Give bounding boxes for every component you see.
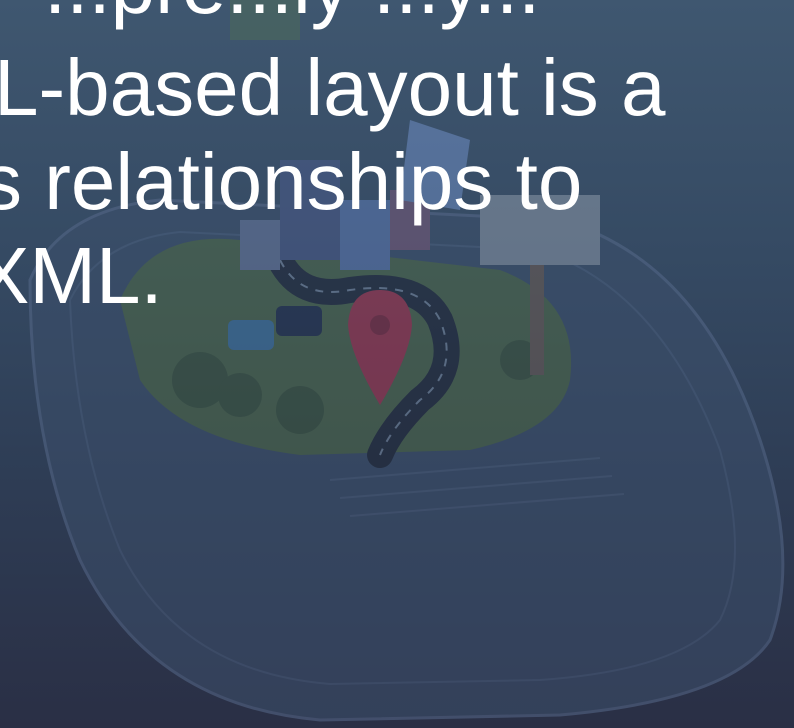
slide-text-line: s relationships to <box>0 137 583 226</box>
slide-text-line: XML. <box>0 231 163 320</box>
slide: ...pre...ly ...y... L-based layout is a … <box>0 0 794 728</box>
slide-text-line: ...pre...ly ...y... <box>44 0 540 34</box>
slide-text-line: L-based layout is a <box>0 43 666 132</box>
